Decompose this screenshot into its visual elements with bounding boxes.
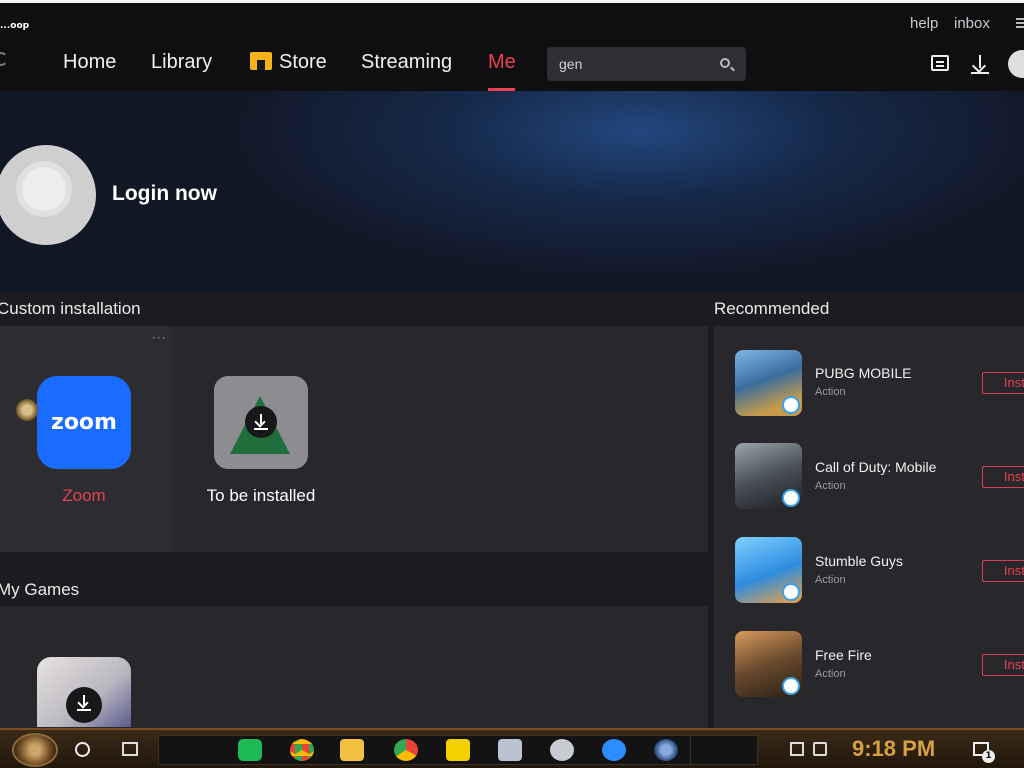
windows-taskbar: 9:18 PM 1 — [0, 728, 1024, 768]
app-logo: ...oop — [0, 21, 30, 31]
rec-genre-stumble: Action — [815, 574, 846, 586]
my-games-title: My Games — [0, 580, 80, 599]
app-window: ...oop Home Library Store Streaming Me h… — [0, 0, 1024, 768]
refresh-icon[interactable] — [0, 52, 8, 66]
zoom-app-icon[interactable]: zoom — [37, 376, 131, 469]
rec-name-pubg[interactable]: PUBG MOBILE — [815, 365, 911, 381]
search-icon[interactable] — [720, 58, 730, 68]
help-link[interactable]: help — [910, 15, 938, 32]
volume-icon[interactable] — [813, 742, 827, 756]
taskbar-clock[interactable]: 9:18 PM — [852, 736, 935, 762]
notification-count: 1 — [982, 750, 995, 763]
pubg-mobile-icon[interactable] — [735, 350, 802, 416]
nav-me[interactable]: Me — [488, 51, 516, 74]
circle-app-icon[interactable] — [550, 739, 574, 761]
install-button-pubg[interactable]: Insta — [982, 372, 1024, 394]
chrome-beta-icon[interactable] — [394, 739, 418, 761]
rec-name-cod[interactable]: Call of Duty: Mobile — [815, 459, 936, 475]
rec-genre-cod: Action — [815, 480, 846, 492]
file-explorer-icon[interactable] — [340, 739, 364, 761]
search-input[interactable] — [559, 55, 709, 73]
download-icon[interactable] — [970, 53, 990, 75]
more-options-icon[interactable]: ··· — [152, 331, 166, 345]
download-circle-icon[interactable] — [66, 687, 102, 723]
feedback-icon[interactable] — [931, 55, 949, 71]
zoom-label: Zoom — [62, 486, 106, 505]
task-view-icon[interactable] — [122, 742, 138, 756]
rec-name-stumble[interactable]: Stumble Guys — [815, 553, 903, 569]
install-button-stumble[interactable]: Insta — [982, 560, 1024, 582]
rec-genre-freefire: Action — [815, 668, 846, 680]
chrome-icon[interactable] — [290, 739, 314, 761]
spotify-icon[interactable] — [238, 739, 262, 761]
login-now-link[interactable]: Login now — [112, 182, 217, 206]
taskbar-empty-slot — [690, 735, 758, 765]
nav-home[interactable]: Home — [63, 51, 116, 74]
game-icon[interactable] — [498, 739, 522, 761]
store-icon — [250, 52, 272, 70]
install-button-cod[interactable]: Insta — [982, 466, 1024, 488]
nav-store[interactable]: Store — [250, 51, 327, 74]
profile-avatar[interactable] — [0, 145, 96, 245]
to-be-installed-label: To be installed — [206, 486, 316, 505]
bug-icon — [16, 399, 38, 421]
recommended-title: Recommended — [714, 299, 830, 318]
stumble-guys-icon[interactable] — [735, 537, 802, 603]
nav-store-label: Store — [279, 51, 327, 73]
orb-app-icon[interactable] — [654, 739, 678, 761]
sticky-notes-icon[interactable] — [446, 739, 470, 761]
network-icon[interactable] — [790, 742, 804, 756]
header-avatar[interactable] — [1008, 50, 1024, 78]
rec-genre-pubg: Action — [815, 386, 846, 398]
menu-icon[interactable] — [1016, 18, 1024, 28]
search-box — [547, 47, 746, 81]
download-circle-icon — [245, 406, 277, 438]
rec-name-freefire[interactable]: Free Fire — [815, 647, 872, 663]
inbox-link[interactable]: inbox — [954, 15, 990, 32]
free-fire-icon[interactable] — [735, 631, 802, 697]
cortana-icon[interactable] — [75, 742, 90, 757]
zoom-icon[interactable] — [602, 739, 626, 761]
nav-streaming[interactable]: Streaming — [361, 51, 452, 74]
nav-library[interactable]: Library — [151, 51, 212, 74]
my-games-gap — [0, 552, 708, 606]
start-button-icon[interactable] — [12, 733, 58, 767]
call-of-duty-icon[interactable] — [735, 443, 802, 509]
install-button-freefire[interactable]: Insta — [982, 654, 1024, 676]
to-be-installed-app-icon[interactable] — [214, 376, 308, 469]
custom-installation-title: Custom installation — [0, 299, 141, 318]
top-header: ...oop Home Library Store Streaming Me h… — [0, 3, 1024, 91]
my-game-thumbnail[interactable] — [37, 657, 131, 727]
